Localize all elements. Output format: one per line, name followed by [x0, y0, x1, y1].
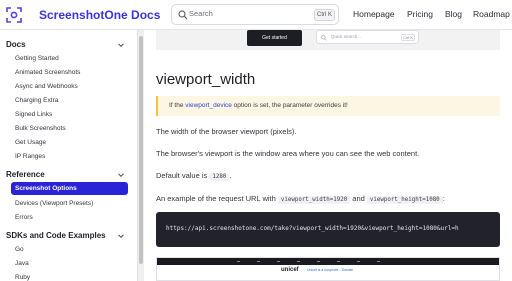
main-content: Get started Quick search... Ctrl K viewp… — [144, 30, 512, 281]
description-paragraph: The width of the browser viewport (pixel… — [156, 127, 297, 136]
sidebar-item-go[interactable]: Go — [15, 246, 24, 253]
sidebar-item-devices[interactable]: Devices (Viewport Presets) — [15, 200, 93, 207]
example-suffix: : — [442, 194, 445, 203]
nav-pricing[interactable]: Pricing — [407, 9, 433, 19]
code-block[interactable]: https://api.screenshotone.com/take?viewp… — [156, 212, 500, 247]
chevron-down-icon[interactable] — [117, 171, 125, 179]
search-icon — [321, 35, 327, 41]
info-callout: If the viewport_device option is set, th… — [156, 96, 500, 116]
top-bar: ScreenshotOne Docs Search Ctrl K Homepag… — [0, 0, 512, 30]
default-prefix: Default value is — [156, 171, 210, 180]
viewport-paragraph: The browser's viewport is the window are… — [156, 149, 420, 158]
default-value-code: 1280 — [209, 173, 230, 181]
request-url-code[interactable]: https://api.screenshotone.com/take?viewp… — [166, 225, 459, 232]
quick-search-input[interactable]: Quick search... Ctrl K — [316, 30, 419, 44]
chevron-down-icon[interactable] — [117, 232, 125, 240]
sidebar-item-async-webhooks[interactable]: Async and Webhooks — [15, 83, 78, 90]
preview-nav-dot — [237, 261, 240, 262]
callout-text: If the viewport_device option is set, th… — [169, 102, 348, 109]
sidebar-section-sdks[interactable]: SDKs and Code Examples — [6, 231, 106, 240]
preview-nav-dot — [337, 261, 340, 262]
quick-search-placeholder: Quick search... — [331, 34, 362, 39]
sidebar-item-getting-started[interactable]: Getting Started — [15, 55, 59, 62]
sidebar-section-reference[interactable]: Reference — [6, 170, 45, 179]
default-value-paragraph: Default value is 1280. — [156, 171, 231, 181]
example-screenshot-preview: unicef Unicef is a nonprofit... Donate — [156, 257, 500, 281]
get-started-button[interactable]: Get started — [247, 30, 302, 46]
sidebar-item-java[interactable]: Java — [15, 260, 29, 267]
preview-nav-dot — [317, 261, 320, 262]
example-mid: and — [350, 194, 367, 203]
nav-blog[interactable]: Blog — [445, 9, 462, 19]
sidebar-item-animated-screenshots[interactable]: Animated Screenshots — [15, 69, 80, 76]
preview-nav-dot — [277, 261, 280, 262]
viewport-width-code: viewport_width=1920 — [277, 196, 351, 204]
preview-top-bar — [157, 258, 499, 265]
brand-title[interactable]: ScreenshotOne Docs — [39, 8, 160, 22]
sidebar-item-ip-ranges[interactable]: IP Ranges — [15, 153, 45, 160]
sidebar-item-screenshot-options[interactable]: Screenshot Options — [15, 185, 77, 192]
sidebar-item-ruby[interactable]: Ruby — [15, 274, 30, 281]
preview-nav-dot — [357, 261, 360, 262]
preview-brand: unicef — [281, 267, 299, 273]
sidebar-scrollbar[interactable] — [137, 30, 144, 281]
sidebar-item-signed-links[interactable]: Signed Links — [15, 111, 52, 118]
viewport-height-code: viewport_height=1080 — [366, 196, 443, 204]
chevron-down-icon[interactable] — [117, 41, 125, 49]
preview-note: Unicef is a nonprofit... Donate — [307, 268, 354, 272]
preview-nav-dot — [377, 261, 380, 262]
example-paragraph: An example of the request URL with viewp… — [156, 194, 445, 204]
preview-nav-dot — [257, 261, 260, 262]
sidebar-scrollbar-thumb[interactable] — [139, 36, 143, 264]
sidebar-item-charging-extra[interactable]: Charging Extra — [15, 97, 58, 104]
callout-prefix: If the — [169, 102, 186, 109]
page-title: viewport_width — [156, 71, 256, 88]
sidebar-item-errors[interactable]: Errors — [15, 214, 33, 221]
search-shortcut: Ctrl K — [314, 9, 335, 21]
sidebar-item-get-usage[interactable]: Get Usage — [15, 139, 46, 146]
quick-search-shortcut: Ctrl K — [401, 34, 415, 41]
example-prefix: An example of the request URL with — [156, 194, 278, 203]
nav-homepage[interactable]: Homepage — [353, 9, 395, 19]
callout-suffix: option is set, the parameter overrides i… — [231, 102, 348, 109]
sidebar-item-bulk-screenshots[interactable]: Bulk Screenshots — [15, 125, 66, 132]
default-suffix: . — [229, 171, 232, 180]
search-placeholder: Search — [189, 9, 213, 18]
sidebar-section-docs[interactable]: Docs — [6, 40, 26, 49]
search-icon — [178, 10, 188, 20]
logo-icon[interactable] — [6, 7, 22, 23]
preview-nav-dot — [297, 261, 300, 262]
nav-roadmap[interactable]: Roadmap — [473, 9, 510, 19]
viewport-device-link[interactable]: viewport_device — [185, 102, 232, 109]
sidebar: Docs Getting Started Animated Screenshot… — [0, 30, 137, 281]
search-box[interactable]: Search Ctrl K — [171, 4, 339, 25]
embedded-banner: Get started Quick search... Ctrl K — [156, 30, 500, 50]
